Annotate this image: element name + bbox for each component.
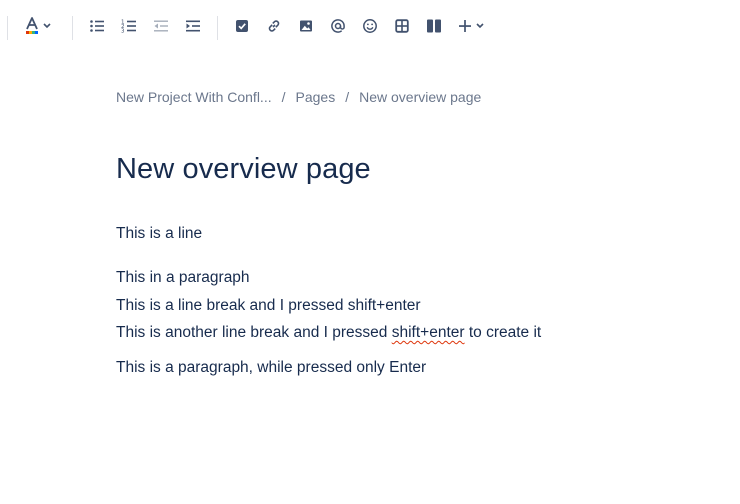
text-color-button[interactable] — [22, 16, 56, 40]
breadcrumb-space[interactable]: New Project With Confl... — [116, 89, 272, 105]
paragraph[interactable]: This is a line — [116, 225, 202, 243]
toolbar-divider — [7, 16, 8, 40]
paragraph[interactable]: This in a paragraph This is a line break… — [116, 264, 541, 347]
text-line: This is a line break and I pressed shift… — [116, 296, 421, 314]
action-item-icon — [234, 18, 250, 39]
image-button[interactable] — [297, 16, 315, 40]
emoji-button[interactable] — [361, 16, 379, 40]
bullet-list-icon — [89, 18, 105, 39]
paragraph[interactable]: This is a paragraph, while pressed only … — [116, 359, 426, 377]
insert-more-button[interactable] — [457, 16, 489, 40]
outdent-button[interactable] — [152, 16, 170, 40]
emoji-icon — [362, 18, 378, 39]
mention-button[interactable] — [329, 16, 347, 40]
table-icon — [394, 18, 410, 39]
outdent-icon — [153, 18, 169, 39]
text-line: This in a paragraph — [116, 269, 250, 286]
indent-button[interactable] — [184, 16, 202, 40]
layouts-button[interactable] — [425, 16, 443, 40]
toolbar-divider — [72, 16, 73, 40]
table-button[interactable] — [393, 16, 411, 40]
toolbar-divider — [217, 16, 218, 40]
breadcrumb-separator: / — [281, 89, 286, 105]
text-line: This is another line break and I pressed — [116, 324, 392, 341]
indent-icon — [185, 18, 201, 39]
breadcrumb-current-page[interactable]: New overview page — [359, 89, 481, 105]
breadcrumb-pages[interactable]: Pages — [296, 89, 336, 105]
breadcrumb: New Project With Confl... / Pages / New over… — [116, 89, 481, 105]
action-item-button[interactable] — [233, 16, 251, 40]
editor-toolbar: 1 2 3 — [0, 0, 740, 56]
misspelled-word[interactable]: shift+enter — [392, 324, 465, 341]
page-title[interactable]: New overview page — [116, 153, 371, 186]
numbered-list-icon: 1 2 3 — [121, 18, 137, 39]
insert-more-icon — [457, 18, 489, 39]
breadcrumb-separator: / — [345, 89, 350, 105]
bullet-list-button[interactable] — [88, 16, 106, 40]
link-icon — [266, 18, 282, 39]
text-line: to create it — [464, 324, 542, 341]
svg-text:3: 3 — [121, 28, 125, 34]
text-color-icon — [22, 14, 56, 43]
numbered-list-button[interactable]: 1 2 3 — [120, 16, 138, 40]
mention-icon — [330, 18, 346, 39]
image-icon — [298, 18, 314, 39]
layouts-icon — [426, 18, 442, 39]
link-button[interactable] — [265, 16, 283, 40]
